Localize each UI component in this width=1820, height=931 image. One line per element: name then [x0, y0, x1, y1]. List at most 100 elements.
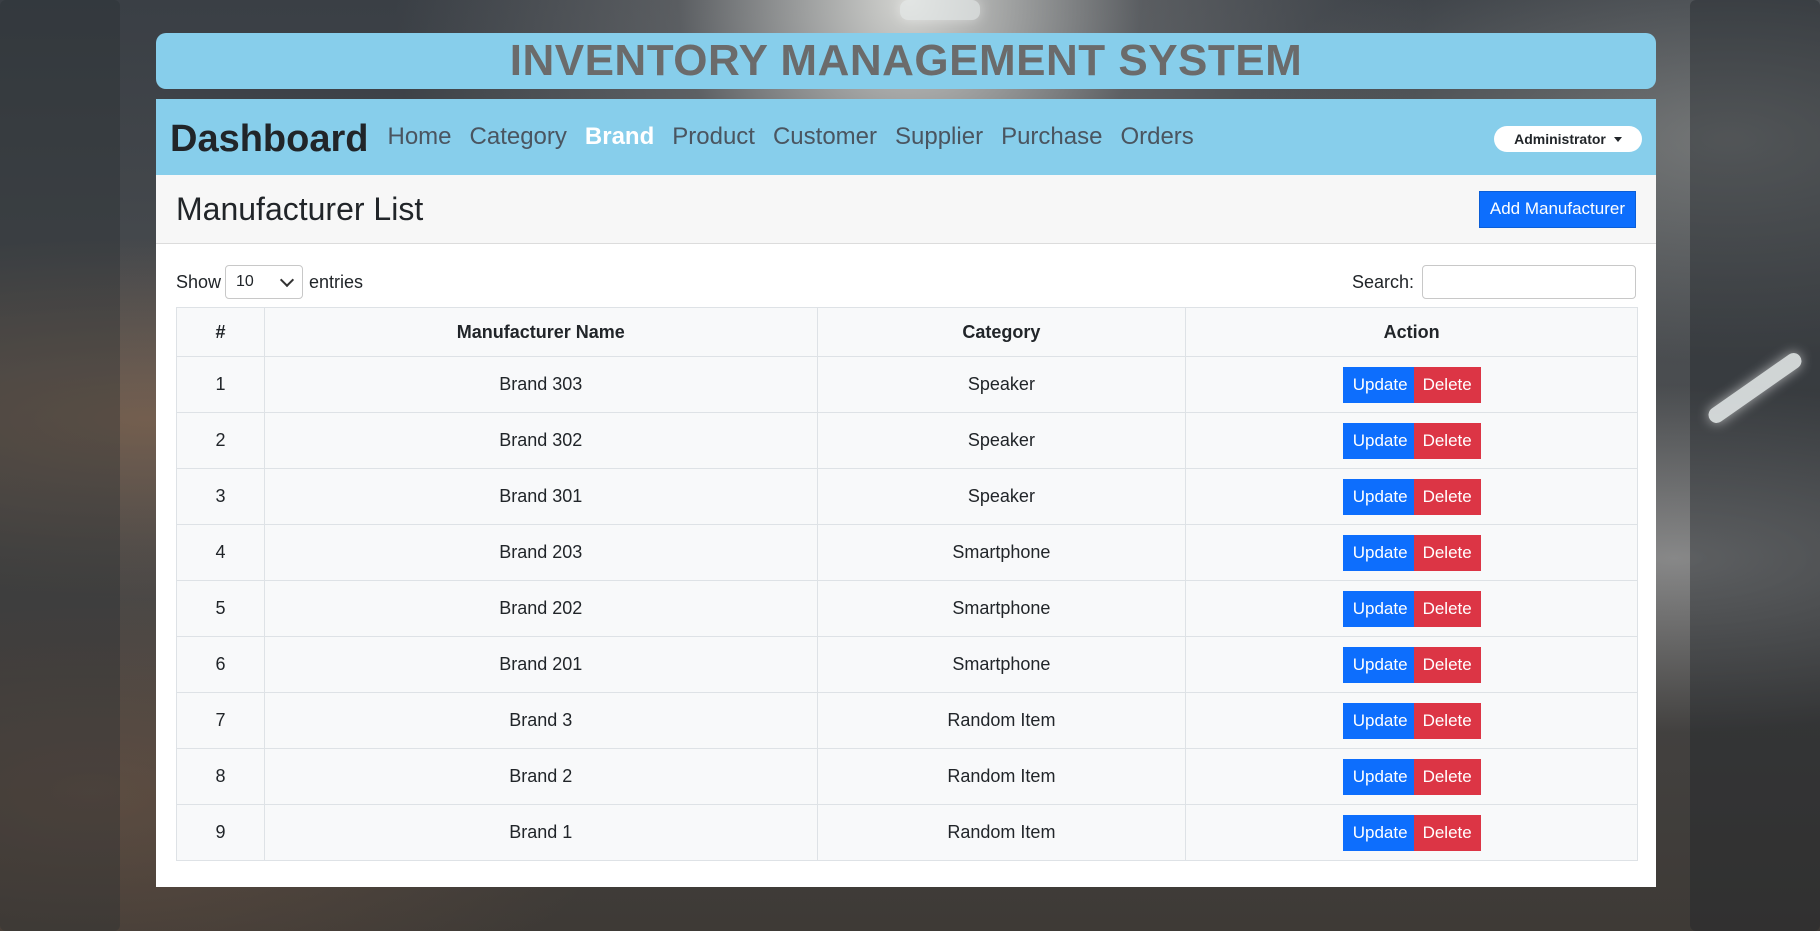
action-cell: Update Delete	[1185, 412, 1638, 469]
action-cell: Update Delete	[1185, 804, 1638, 861]
search-label: Search:	[1351, 271, 1414, 292]
category-cell: Smartphone	[816, 636, 1187, 693]
entries-select-value: 10	[236, 273, 254, 290]
update-button[interactable]: Update	[1342, 702, 1418, 739]
nav-link-customer[interactable]: Customer	[764, 123, 886, 151]
manufacturer-card: Manufacturer List Add Manufacturer Show …	[156, 175, 1656, 887]
manufacturer-table: # Manufacturer Name Category Action 1 Bra…	[176, 307, 1638, 861]
table-header-row: # Manufacturer Name Category Action	[176, 307, 1638, 357]
show-label: Show	[176, 271, 222, 292]
category-cell: Smartphone	[816, 524, 1187, 581]
table-row: 8 Brand 2 Random Item Update Delete	[176, 748, 1638, 805]
table-row: 4 Brand 203 Smartphone Update Delete	[176, 524, 1638, 581]
action-cell: Update Delete	[1185, 524, 1638, 581]
nav-link-supplier[interactable]: Supplier	[886, 123, 992, 151]
action-cell: Update Delete	[1185, 468, 1638, 525]
table-row: 6 Brand 201 Smartphone Update Delete	[176, 636, 1638, 693]
page-title: Manufacturer List	[176, 190, 424, 227]
action-cell: Update Delete	[1185, 580, 1638, 637]
delete-button[interactable]: Delete	[1413, 534, 1481, 571]
table-body: 1 Brand 303 Speaker Update Delete 2 Brand 302 S…	[176, 356, 1638, 861]
row-index: 4	[176, 524, 265, 581]
chevron-down-icon	[279, 272, 295, 287]
background-beam	[0, 0, 120, 931]
user-menu-dropdown[interactable]: Administrator	[1494, 126, 1642, 152]
card-header: Manufacturer List Add Manufacturer	[156, 175, 1656, 244]
table-row: 7 Brand 3 Random Item Update Delete	[176, 692, 1638, 749]
category-cell: Random Item	[816, 804, 1187, 861]
delete-button[interactable]: Delete	[1413, 758, 1481, 795]
column-header-index[interactable]: #	[176, 307, 265, 357]
action-cell: Update Delete	[1185, 356, 1638, 413]
table-controls: Show 10 entries Search:	[156, 244, 1656, 301]
column-header-category[interactable]: Category	[816, 307, 1187, 357]
row-index: 6	[176, 636, 265, 693]
nav-link-home[interactable]: Home	[378, 123, 460, 151]
column-header-action[interactable]: Action	[1185, 307, 1638, 357]
update-button[interactable]: Update	[1342, 534, 1418, 571]
row-index: 8	[176, 748, 265, 805]
add-manufacturer-button[interactable]: Add Manufacturer	[1478, 190, 1636, 228]
table-row: 2 Brand 302 Speaker Update Delete	[176, 412, 1638, 469]
update-button[interactable]: Update	[1342, 366, 1418, 403]
nav-links: Home Category Brand Product Customer Supplier…	[378, 123, 1202, 151]
row-index: 5	[176, 580, 265, 637]
delete-button[interactable]: Delete	[1413, 646, 1481, 683]
delete-button[interactable]: Delete	[1413, 702, 1481, 739]
show-entries: Show 10 entries	[176, 265, 363, 299]
nav-link-brand[interactable]: Brand	[576, 123, 663, 151]
nav-link-orders[interactable]: Orders	[1111, 123, 1202, 151]
manufacturer-name-cell: Brand 201	[263, 636, 818, 693]
manufacturer-name-cell: Brand 203	[263, 524, 818, 581]
delete-button[interactable]: Delete	[1413, 366, 1481, 403]
app-container: INVENTORY MANAGEMENT SYSTEM Dashboard Ho…	[156, 33, 1656, 887]
manufacturer-name-cell: Brand 202	[263, 580, 818, 637]
action-cell: Update Delete	[1185, 692, 1638, 749]
delete-button[interactable]: Delete	[1413, 422, 1481, 459]
background-beam	[1690, 0, 1820, 931]
update-button[interactable]: Update	[1342, 758, 1418, 795]
manufacturer-name-cell: Brand 2	[263, 748, 818, 805]
table-row: 1 Brand 303 Speaker Update Delete	[176, 356, 1638, 413]
navbar-brand[interactable]: Dashboard	[170, 118, 368, 161]
update-button[interactable]: Update	[1342, 590, 1418, 627]
category-cell: Speaker	[816, 356, 1187, 413]
row-index: 2	[176, 412, 265, 469]
table-row: 5 Brand 202 Smartphone Update Delete	[176, 580, 1638, 637]
delete-button[interactable]: Delete	[1413, 478, 1481, 515]
column-header-manufacturer-name[interactable]: Manufacturer Name	[263, 307, 818, 357]
update-button[interactable]: Update	[1342, 814, 1418, 851]
background-light	[900, 0, 980, 20]
manufacturer-name-cell: Brand 301	[263, 468, 818, 525]
caret-down-icon	[1613, 136, 1622, 142]
category-cell: Smartphone	[816, 580, 1187, 637]
update-button[interactable]: Update	[1342, 478, 1418, 515]
table-row: 3 Brand 301 Speaker Update Delete	[176, 468, 1638, 525]
user-menu-label: Administrator	[1514, 131, 1606, 147]
category-cell: Random Item	[816, 748, 1187, 805]
navbar: Dashboard Home Category Brand Product Custom…	[156, 99, 1656, 175]
manufacturer-name-cell: Brand 3	[263, 692, 818, 749]
category-cell: Random Item	[816, 692, 1187, 749]
nav-link-product[interactable]: Product	[663, 123, 764, 151]
manufacturer-name-cell: Brand 303	[263, 356, 818, 413]
manufacturer-name-cell: Brand 302	[263, 412, 818, 469]
update-button[interactable]: Update	[1342, 646, 1418, 683]
search-area: Search:	[1352, 265, 1636, 299]
search-input[interactable]	[1422, 265, 1636, 299]
app-title: INVENTORY MANAGEMENT SYSTEM	[509, 36, 1303, 85]
action-cell: Update Delete	[1185, 636, 1638, 693]
title-banner: INVENTORY MANAGEMENT SYSTEM	[156, 33, 1656, 89]
delete-button[interactable]: Delete	[1413, 590, 1481, 627]
entries-label: entries	[309, 271, 364, 292]
row-index: 1	[176, 356, 265, 413]
entries-select[interactable]: 10	[225, 265, 304, 299]
delete-button[interactable]: Delete	[1413, 814, 1481, 851]
nav-link-category[interactable]: Category	[461, 123, 576, 151]
row-index: 3	[176, 468, 265, 525]
nav-link-purchase[interactable]: Purchase	[992, 123, 1111, 151]
row-index: 9	[176, 804, 265, 861]
action-cell: Update Delete	[1185, 748, 1638, 805]
manufacturer-name-cell: Brand 1	[263, 804, 818, 861]
update-button[interactable]: Update	[1342, 422, 1418, 459]
